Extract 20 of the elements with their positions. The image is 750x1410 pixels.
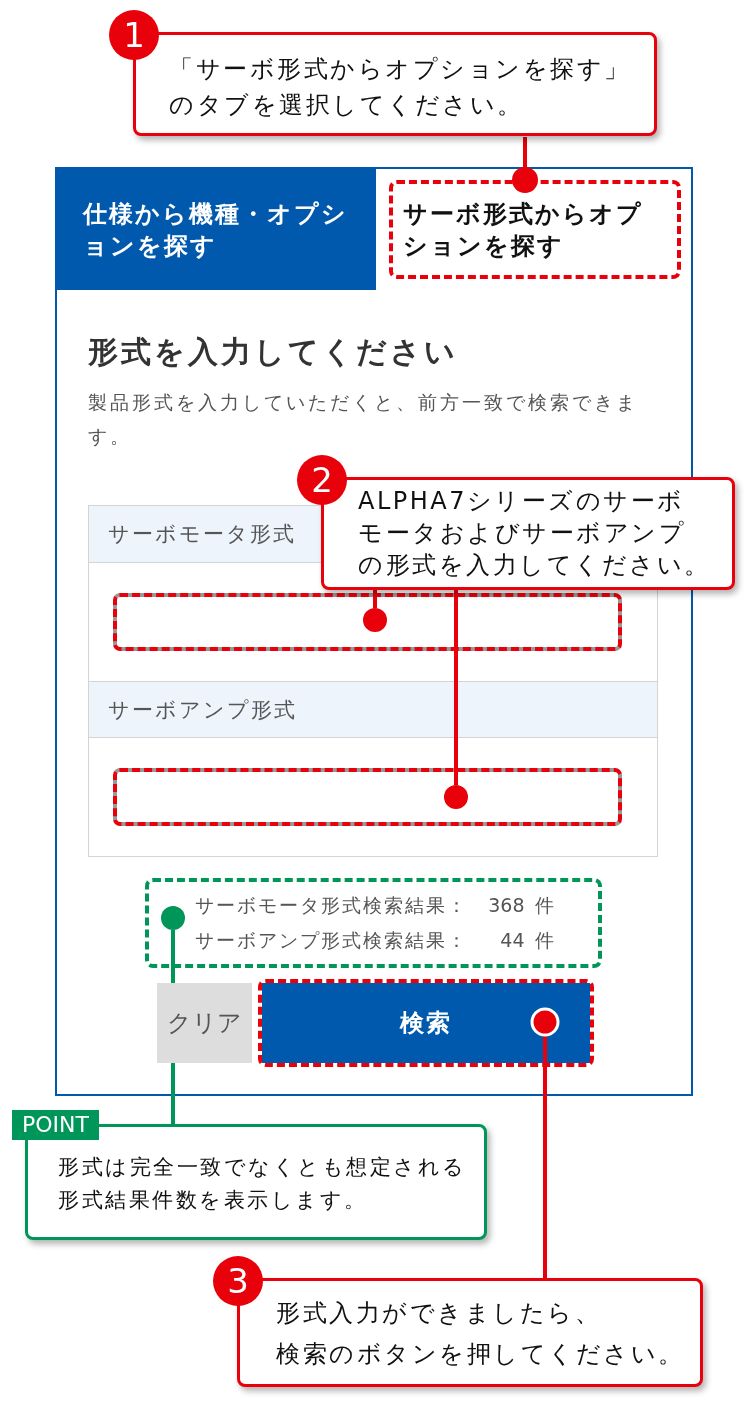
section-heading: 形式を入力してください	[88, 333, 459, 371]
step-badge: 3	[213, 1256, 263, 1306]
note-text: 形式は完全一致でなくとも想定される 形式結果件数を表示します。	[58, 1154, 468, 1214]
callout-text: 「サーボ形式からオプションを探す」 のタブを選択してください。	[169, 54, 632, 121]
input-field[interactable]	[113, 768, 622, 826]
point-tag: POINT	[12, 1110, 99, 1140]
result-unit: 件	[533, 928, 556, 953]
search-button[interactable]: 検索	[261, 983, 590, 1063]
result-count: 368	[487, 893, 525, 918]
result-unit: 件	[533, 893, 556, 918]
callout-text: 形式入力ができましたら、 検索のボタンを押してください。	[276, 1298, 686, 1370]
description-text: 製品形式を入力していただくと、前方一致で検索できます。	[88, 390, 639, 449]
result-label: サーボモータ形式検索結果：	[194, 893, 469, 918]
field-label: サーボアンプ形式	[89, 681, 657, 738]
step-badge: 1	[109, 10, 159, 60]
result-count: 44	[499, 928, 525, 953]
clear-button[interactable]: クリア	[156, 983, 252, 1063]
tab[interactable]: 仕様から機種・オプションを探す	[57, 169, 376, 290]
input-field[interactable]	[113, 593, 622, 651]
result-label: サーボアンプ形式検索結果：	[194, 928, 469, 953]
